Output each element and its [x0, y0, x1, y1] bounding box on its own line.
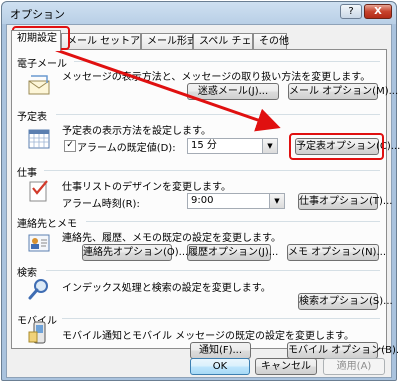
calendar-description: 予定表の表示方法を設定します。 [62, 126, 211, 137]
close-button[interactable]: X [364, 4, 392, 19]
calendar-section-title: 予定表 [17, 112, 47, 123]
contacts-section-title: 連絡先とメモ [17, 219, 77, 230]
email-section-title: 電子メール [17, 59, 67, 70]
tab-mail-format[interactable]: メール形式 [141, 33, 197, 50]
tab-preferences[interactable]: 初期設定 [11, 30, 61, 51]
preferences-panel: 電子メール メッセージの表示方法と、メッセージの取り扱い方法を変更します。 迷惑… [11, 49, 400, 349]
task-alarm-label: アラーム時刻(R): [62, 199, 140, 210]
task-alarm-dropdown[interactable]: 9:00 ▼ [187, 193, 285, 209]
highlight-box-calendar [289, 133, 384, 160]
notes-options-button[interactable]: メモ オプション(N)... [287, 244, 386, 261]
email-description: メッセージの表示方法と、メッセージの取り扱い方法を変更します。 [62, 72, 371, 83]
tasks-description: 仕事リストのデザインを変更します。 [62, 182, 231, 193]
email-options-button[interactable]: メール オプション(M)... [288, 83, 398, 100]
contact-options-button[interactable]: 連絡先オプション(O)... [82, 244, 188, 261]
tab-mail-setup[interactable]: メール セットアップ [61, 33, 160, 50]
cancel-button[interactable]: キャンセル [255, 358, 317, 375]
divider [74, 61, 380, 62]
reminder-dropdown[interactable]: 15 分 ▼ [187, 138, 278, 154]
contacts-description: 連絡先、履歴、メモの既定の設定を変更します。 [62, 233, 281, 244]
title-bar: オプション ? X [2, 2, 396, 24]
search-magnifier-icon [28, 279, 48, 300]
contact-card-icon [28, 234, 50, 252]
search-description: インデックス処理と検索の設定を変更します。 [62, 283, 271, 294]
task-alarm-value: 9:00 [191, 195, 214, 206]
chevron-down-icon[interactable]: ▼ [269, 194, 284, 208]
divider [56, 114, 380, 115]
divider [62, 318, 380, 319]
divider [46, 270, 380, 271]
help-button[interactable]: ? [340, 4, 362, 19]
divider [44, 170, 380, 171]
email-envelope-icon [28, 75, 50, 95]
mobile-description: モバイル通知とモバイル メッセージの既定の設定を変更します。 [62, 331, 354, 342]
task-checklist-icon [29, 180, 48, 202]
tab-other[interactable]: その他 [253, 33, 289, 50]
options-dialog: オプション ? X 初期設定 メール セットアップ メール形式 スペル チェック… [1, 1, 400, 381]
mobile-phone-icon [28, 321, 46, 344]
mobile-notify-button[interactable]: 通知(F)... [190, 342, 251, 359]
mobile-options-button[interactable]: モバイル オプション(B)... [287, 342, 400, 359]
journal-options-button[interactable]: 履歴オプション(J)... [187, 244, 278, 261]
junk-email-button[interactable]: 迷惑メール(J)... [187, 83, 279, 100]
divider [86, 221, 380, 222]
reminder-label: アラームの既定値(D): [77, 143, 176, 154]
dialog-client: 初期設定 メール セットアップ メール形式 スペル チェック その他 電子メール… [6, 24, 400, 378]
apply-button[interactable]: 適用(A) [323, 358, 385, 375]
calendar-grid-icon [28, 129, 50, 149]
chevron-down-icon[interactable]: ▼ [262, 139, 277, 153]
window-title: オプション [10, 8, 65, 21]
tab-spelling[interactable]: スペル チェック [193, 33, 271, 50]
search-options-button[interactable]: 検索オプション(S)... [298, 293, 393, 310]
reminder-checkbox[interactable]: ✓ [64, 140, 76, 152]
tasks-section-title: 仕事 [17, 168, 37, 179]
ok-button[interactable]: OK [190, 358, 250, 375]
reminder-value: 15 分 [191, 140, 217, 151]
task-options-button[interactable]: 仕事オプション(T)... [298, 193, 392, 210]
